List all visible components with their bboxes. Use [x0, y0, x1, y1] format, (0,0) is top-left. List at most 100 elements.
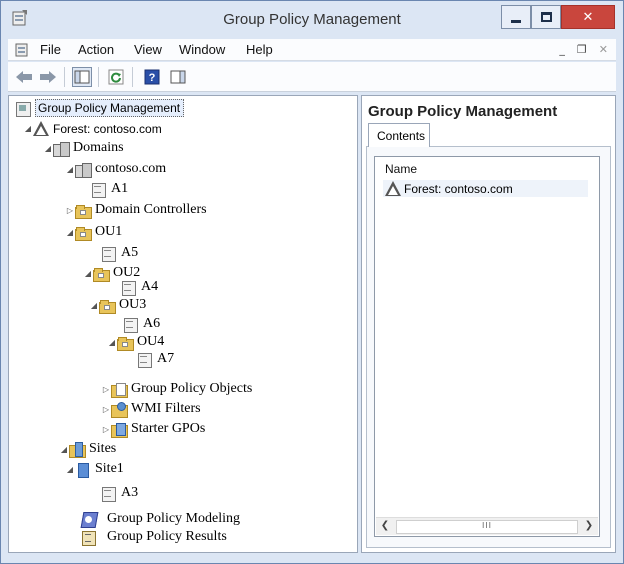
tree-label-a1: A1 — [111, 181, 129, 196]
forward-arrow-icon — [40, 71, 56, 83]
collapse-arrow-icon[interactable]: ◢ — [23, 124, 33, 133]
menu-file[interactable]: File — [40, 42, 61, 57]
back-button[interactable] — [14, 67, 34, 87]
menu-window[interactable]: Window — [179, 42, 225, 57]
gpo-link-icon — [91, 182, 107, 198]
mdi-minimize-icon[interactable]: _ — [559, 43, 565, 56]
maximize-button[interactable] — [531, 5, 561, 29]
tree-label-a5: A5 — [121, 245, 139, 260]
show-hide-console-tree-button[interactable] — [72, 67, 92, 87]
ou-folder-icon — [117, 335, 134, 351]
tab-contents[interactable]: Contents — [368, 123, 430, 147]
tree-label-results: Group Policy Results — [107, 529, 227, 544]
ou-folder-icon — [99, 298, 116, 314]
tree-node-gpo-link[interactable]: A3 — [101, 485, 138, 502]
expand-arrow-icon[interactable]: ▷ — [65, 206, 75, 215]
collapse-arrow-icon[interactable]: ◢ — [107, 338, 117, 347]
gpo-link-icon — [101, 246, 117, 262]
column-header-name[interactable]: Name — [385, 162, 417, 176]
close-icon: ✕ — [582, 9, 594, 25]
mdi-close-icon[interactable]: ✕ — [599, 43, 608, 56]
tree-label-wmi-filters: WMI Filters — [131, 401, 201, 416]
list-item[interactable]: Forest: contoso.com — [383, 180, 588, 197]
menu-bar: File Action View Window Help _ ❐ ✕ — [8, 39, 616, 61]
domain-icon — [75, 162, 92, 178]
forward-button[interactable] — [38, 67, 58, 87]
collapse-arrow-icon[interactable]: ◢ — [43, 144, 53, 153]
tree-node-wmi-filters[interactable]: ▷ WMI Filters — [101, 401, 201, 418]
tree-label-domains: Domains — [73, 140, 124, 155]
gpo-link-icon — [123, 317, 139, 333]
tree-node-gpo-link[interactable]: A6 — [123, 316, 161, 333]
tree-node-site1[interactable]: ◢ Site1 — [65, 461, 124, 478]
tree-node-ou4[interactable]: ◢ OU4 — [107, 334, 165, 351]
tree-label-sites: Sites — [89, 441, 117, 456]
sites-icon — [69, 441, 86, 458]
menu-action[interactable]: Action — [78, 42, 114, 57]
minimize-button[interactable] — [501, 5, 531, 29]
help-button[interactable]: ? — [142, 67, 162, 87]
menu-view[interactable]: View — [134, 42, 162, 57]
horizontal-scrollbar[interactable]: ❮ III ❯ — [376, 517, 598, 535]
back-arrow-icon — [16, 71, 32, 83]
tree-node-results[interactable]: Group Policy Results — [81, 529, 227, 546]
tree-node-domain-controllers[interactable]: ▷ Domain Controllers — [65, 202, 207, 219]
mdi-restore-icon[interactable]: ❐ — [577, 43, 587, 56]
console-tree-icon — [74, 70, 90, 84]
ou-folder-icon — [93, 266, 110, 282]
expand-arrow-icon[interactable]: ▷ — [101, 405, 111, 414]
console-tree: Group Policy Management ◢ Forest: contos… — [8, 95, 358, 553]
tree-node-modeling[interactable]: Group Policy Modeling — [81, 511, 240, 527]
tree-node-gpo-link[interactable]: A1 — [91, 181, 129, 198]
tree-node-gpo-link[interactable]: A7 — [137, 351, 175, 368]
gpo-container-icon — [111, 382, 128, 398]
starter-gpo-icon — [111, 422, 128, 438]
tree-node-gpo-link[interactable]: A4 — [121, 279, 159, 296]
forest-icon — [385, 181, 401, 196]
tree-node-gpo-link[interactable]: A5 — [101, 245, 139, 262]
mdi-controls: _ ❐ ✕ — [559, 43, 608, 56]
tree-label-domain-controllers: Domain Controllers — [95, 202, 207, 217]
collapse-arrow-icon[interactable]: ◢ — [65, 228, 75, 237]
menu-help[interactable]: Help — [246, 42, 273, 57]
scroll-left-icon[interactable]: ❮ — [378, 520, 392, 534]
scroll-right-icon[interactable]: ❯ — [582, 520, 596, 534]
tree-node-sites[interactable]: ◢ Sites — [59, 441, 117, 458]
scrollbar-thumb[interactable]: III — [396, 520, 578, 534]
tree-label-a7: A7 — [157, 351, 175, 366]
collapse-arrow-icon[interactable]: ◢ — [83, 269, 93, 278]
minimize-icon — [511, 19, 521, 23]
tree-node-domain[interactable]: ◢ contoso.com — [65, 161, 166, 178]
expand-arrow-icon[interactable]: ▷ — [101, 385, 111, 394]
site-icon — [75, 462, 91, 478]
tree-node-ou3[interactable]: ◢ OU3 — [89, 297, 147, 314]
show-action-pane-button[interactable] — [168, 67, 188, 87]
system-menu-icon[interactable] — [14, 42, 30, 58]
wmi-filter-icon — [111, 401, 128, 418]
results-icon — [81, 530, 97, 546]
tree-node-gpo-objects[interactable]: ▷ Group Policy Objects — [101, 381, 252, 398]
refresh-button[interactable] — [106, 67, 126, 87]
tree-label-a6: A6 — [143, 316, 161, 331]
collapse-arrow-icon[interactable]: ◢ — [65, 165, 75, 174]
toolbar-separator — [132, 67, 133, 87]
gpmc-window: Group Policy Management ✕ File Action Vi… — [0, 0, 624, 564]
close-button[interactable]: ✕ — [561, 5, 615, 29]
tree-node-starter-gpos[interactable]: ▷ Starter GPOs — [101, 421, 205, 438]
details-pane: Group Policy Management Contents Name Fo… — [361, 95, 616, 553]
collapse-arrow-icon[interactable]: ◢ — [59, 445, 69, 454]
tree-node-ou1[interactable]: ◢ OU1 — [65, 224, 122, 241]
expand-arrow-icon[interactable]: ▷ — [101, 425, 111, 434]
tree-label-ou3: OU3 — [119, 297, 147, 312]
tree-node-root[interactable]: Group Policy Management — [15, 99, 185, 117]
collapse-arrow-icon[interactable]: ◢ — [89, 301, 99, 310]
title-bar: Group Policy Management ✕ — [1, 1, 623, 37]
toolbar-separator — [64, 67, 65, 87]
tree-node-domains[interactable]: ◢ Domains — [43, 140, 124, 157]
domains-icon — [53, 141, 70, 157]
tree-label-ou4: OU4 — [137, 334, 165, 349]
tree-node-forest[interactable]: ◢ Forest: contoso.com — [23, 121, 162, 136]
tree-label-a4: A4 — [141, 279, 159, 294]
toolbar-separator — [98, 67, 99, 87]
collapse-arrow-icon[interactable]: ◢ — [65, 465, 75, 474]
